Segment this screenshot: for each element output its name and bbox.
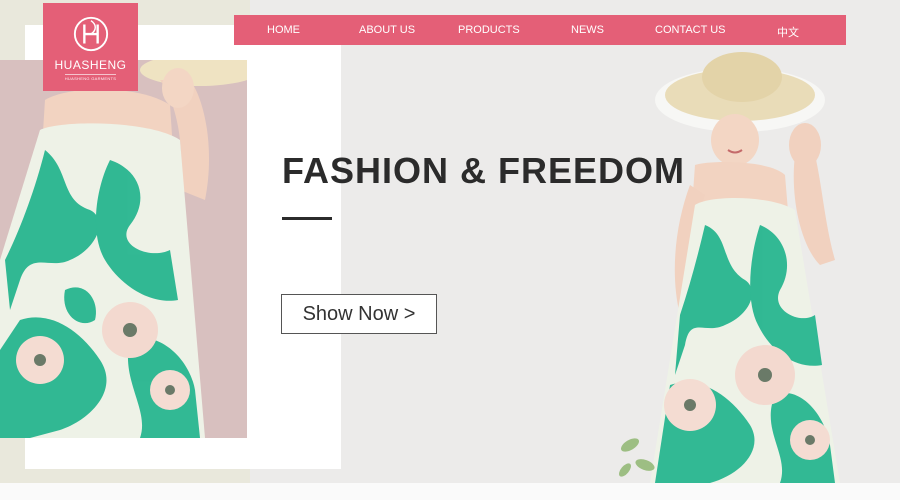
show-now-button[interactable]: Show Now > bbox=[281, 294, 437, 334]
main-nav: HOME ABOUT US PRODUCTS NEWS CONTACT US 中… bbox=[234, 15, 846, 45]
bottom-strip bbox=[0, 483, 900, 500]
nav-home[interactable]: HOME bbox=[267, 24, 300, 36]
model-photo-left bbox=[0, 60, 247, 438]
nav-contact-us[interactable]: CONTACT US bbox=[655, 24, 726, 36]
nav-news[interactable]: NEWS bbox=[571, 24, 604, 36]
brand-tagline: HUASHENG GARMENTS bbox=[64, 74, 117, 81]
model-photo-right bbox=[610, 45, 870, 483]
nav-about-us[interactable]: ABOUT US bbox=[359, 24, 415, 36]
headline-divider bbox=[282, 217, 332, 220]
brand-name: HUASHENG bbox=[54, 58, 127, 72]
brand-logo[interactable]: HUASHENG HUASHENG GARMENTS bbox=[43, 3, 138, 91]
nav-products[interactable]: PRODUCTS bbox=[458, 24, 520, 36]
hero-headline: FASHION & FREEDOM bbox=[282, 150, 686, 191]
logo-mark-icon bbox=[73, 16, 108, 52]
nav-language-chinese[interactable]: 中文 bbox=[777, 24, 799, 40]
